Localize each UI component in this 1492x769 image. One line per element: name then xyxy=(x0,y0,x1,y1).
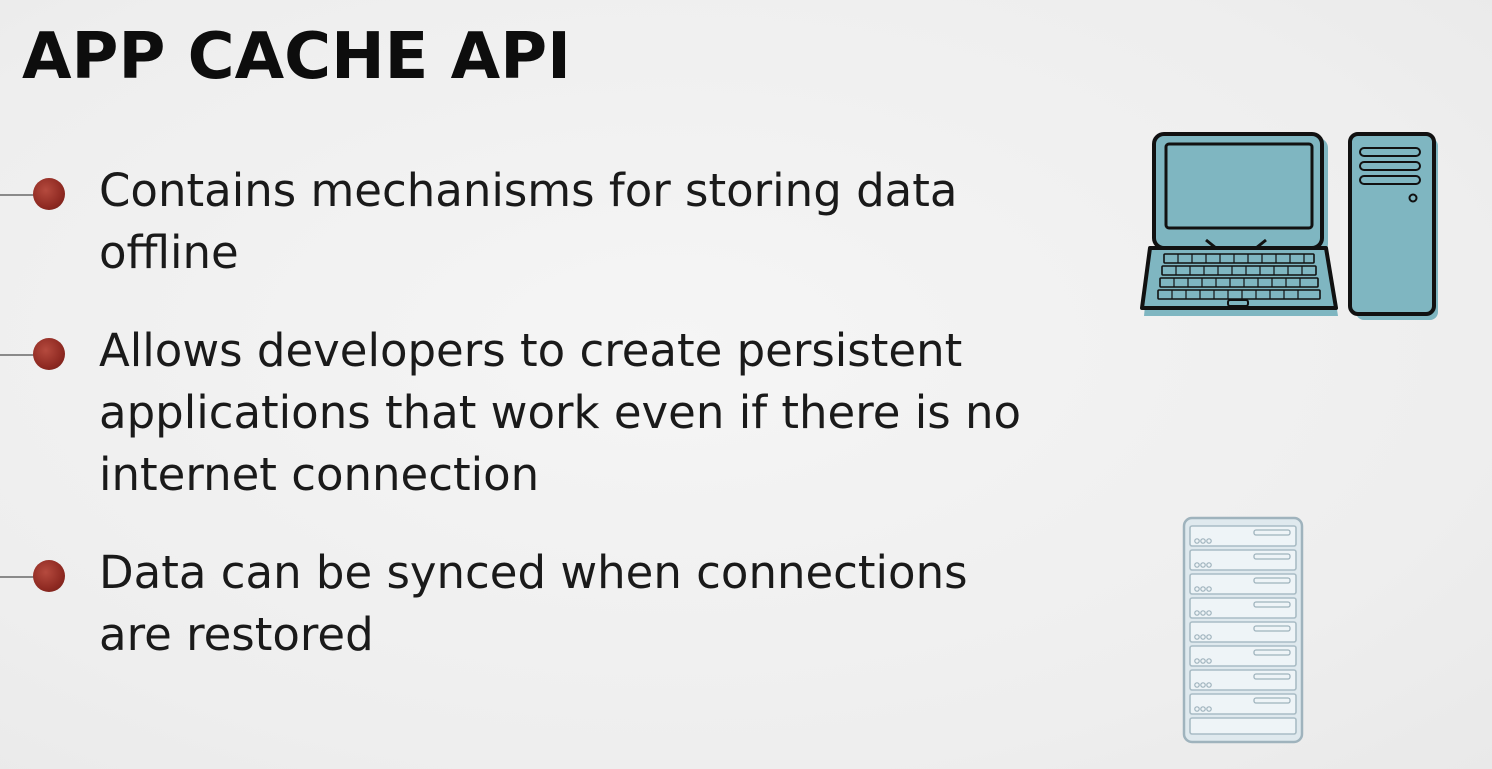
bullet-connector-line xyxy=(0,194,36,196)
slide-title: APP CACHE API xyxy=(22,20,571,94)
bullet-list: Contains mechanisms for storing data off… xyxy=(0,160,1080,666)
bullet-text: Data can be synced when connections are … xyxy=(99,546,968,661)
bullet-connector-line xyxy=(0,576,36,578)
bullet-item: Data can be synced when connections are … xyxy=(0,542,1080,666)
bullet-connector-line xyxy=(0,354,36,356)
server-rack-icon xyxy=(1182,516,1304,744)
bullet-text: Allows developers to create persistent a… xyxy=(99,324,1021,501)
bullet-dot-icon xyxy=(33,178,65,210)
bullet-item: Contains mechanisms for storing data off… xyxy=(0,160,1080,284)
bullet-dot-icon xyxy=(33,338,65,370)
bullet-dot-icon xyxy=(33,560,65,592)
slide: APP CACHE API Contains mechanisms for st… xyxy=(0,0,1492,769)
bullet-item: Allows developers to create persistent a… xyxy=(0,320,1080,506)
bullet-text: Contains mechanisms for storing data off… xyxy=(99,164,958,279)
computer-icon xyxy=(1140,132,1438,320)
